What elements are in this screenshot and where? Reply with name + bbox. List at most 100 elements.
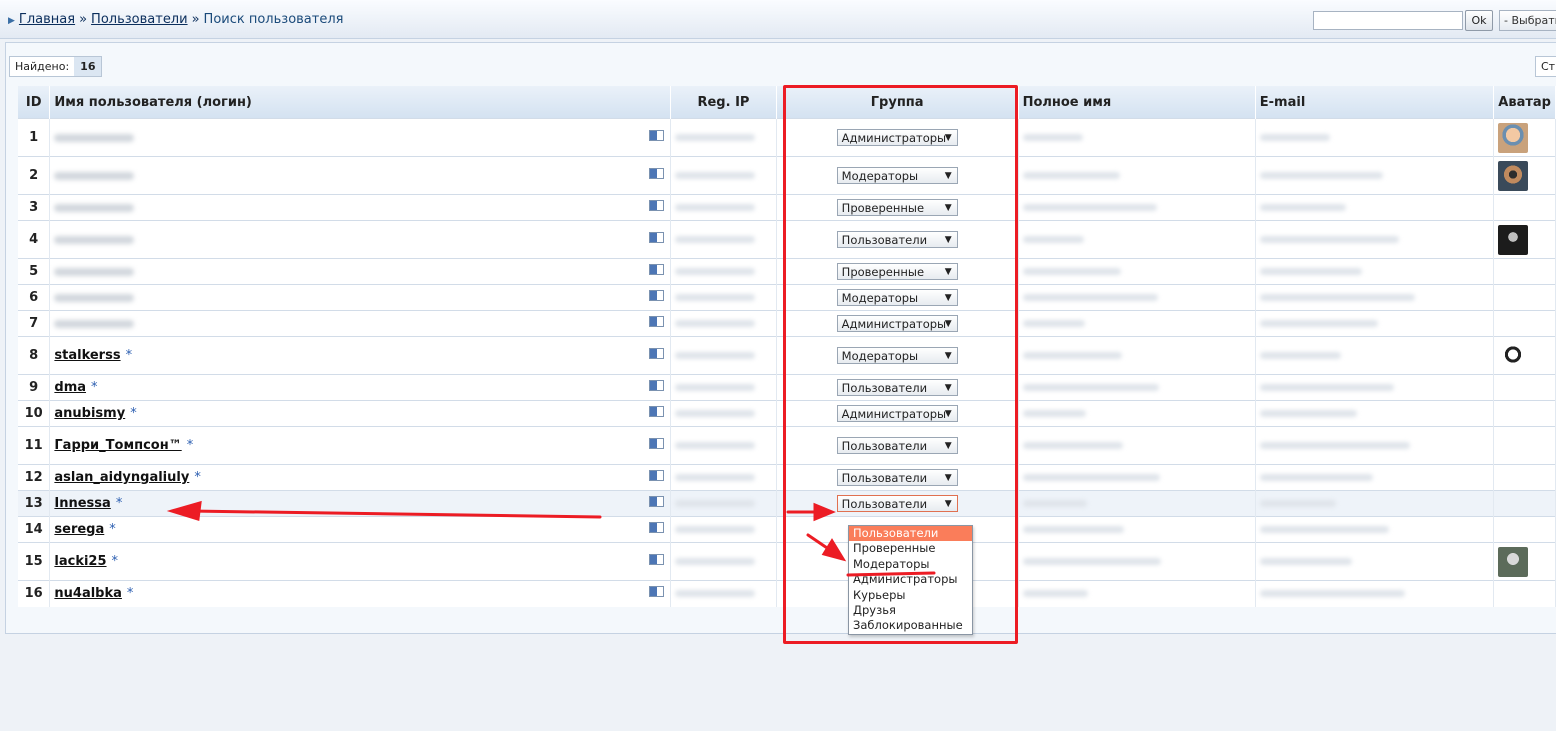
group-dropdown-list[interactable]: Пользователи Проверенные Модераторы Админис… [848, 525, 973, 635]
group-select[interactable]: Проверенные ▼ [836, 199, 958, 216]
group-select[interactable]: Пользователи ▼ [836, 231, 958, 248]
user-star: * [126, 586, 134, 602]
avatar-cell [1493, 118, 1556, 157]
fullname-cell [1018, 464, 1256, 491]
dropdown-option[interactable]: Администраторы [849, 572, 972, 587]
group-cell: Модераторы ▼ [776, 336, 1019, 375]
profile-icon[interactable] [649, 130, 666, 145]
profile-icon[interactable] [649, 348, 666, 363]
user-avatar[interactable] [1498, 160, 1529, 191]
user-avatar[interactable] [1498, 546, 1529, 577]
login-cell [49, 220, 672, 259]
col-group[interactable]: Группа [776, 86, 1019, 119]
user-id: 10 [18, 400, 51, 427]
user-login-link[interactable]: aslan_aidyngaliuly [54, 470, 189, 485]
group-select[interactable]: Пользователи ▼ [836, 437, 958, 454]
avatar-cell [1493, 336, 1556, 375]
dropdown-option[interactable]: Заблокированные [849, 618, 972, 633]
user-login-blurred [54, 293, 135, 302]
dropdown-option[interactable]: Курьеры [849, 588, 972, 603]
reg-ip-blurred [675, 268, 756, 275]
group-select[interactable]: Модераторы ▼ [836, 167, 958, 184]
fullname-blurred [1022, 384, 1159, 391]
profile-icon[interactable] [649, 168, 666, 183]
avatar-cell [1493, 220, 1556, 259]
breadcrumb-home[interactable]: Главная [19, 12, 75, 27]
group-select[interactable]: Пользователи ▼ [836, 469, 958, 486]
login-cell [49, 258, 672, 285]
user-avatar[interactable] [1498, 122, 1529, 153]
avatar-cell [1493, 464, 1556, 491]
user-id: 4 [18, 220, 51, 259]
user-avatar[interactable] [1498, 340, 1529, 371]
reg-ip-cell [670, 490, 777, 517]
reg-ip-blurred [675, 384, 756, 391]
profile-icon[interactable] [649, 200, 666, 215]
profile-icon[interactable] [649, 496, 666, 511]
group-select[interactable]: Пользователи ▼ [836, 495, 958, 512]
group-select[interactable]: Проверенные ▼ [836, 263, 958, 280]
user-login-link[interactable]: Innessa [54, 496, 110, 511]
user-login-link[interactable]: serega [54, 522, 104, 537]
chevron-down-icon: ▼ [944, 499, 952, 509]
user-login-link[interactable]: nu4albka [54, 586, 122, 601]
breadcrumb-current: Поиск пользователя [203, 12, 344, 27]
profile-icon[interactable] [649, 232, 666, 247]
user-avatar[interactable] [1498, 224, 1529, 255]
user-star: * [111, 554, 119, 569]
col-avatar[interactable]: Аватар [1493, 86, 1556, 119]
breadcrumb-users[interactable]: Пользователи [91, 12, 188, 27]
profile-icon[interactable] [649, 554, 666, 569]
user-login-link[interactable]: lacki25 [54, 554, 106, 569]
col-login[interactable]: Имя пользователя (логин) [49, 86, 672, 119]
avatar-cell [1493, 400, 1556, 427]
group-select[interactable]: Модераторы ▼ [836, 347, 958, 364]
profile-icon[interactable] [649, 380, 666, 395]
email-cell [1255, 426, 1495, 465]
breadcrumb-separator: » [79, 12, 88, 27]
group-select[interactable]: Пользователи ▼ [836, 379, 958, 396]
fullname-blurred [1022, 172, 1120, 179]
group-select[interactable]: Администраторы ▼ [836, 129, 958, 146]
email-blurred [1259, 526, 1389, 533]
user-login-link[interactable]: Гарри_Томпсон™ [54, 438, 181, 453]
profile-icon[interactable] [649, 316, 666, 331]
profile-icon[interactable] [649, 406, 666, 421]
dropdown-option[interactable]: Проверенные [849, 541, 972, 556]
dropdown-option[interactable]: Друзья [849, 603, 972, 618]
col-ip[interactable]: Reg. IP [670, 86, 777, 119]
chevron-down-icon: ▼ [944, 133, 952, 143]
col-email[interactable]: E-mail [1255, 86, 1495, 119]
ok-button[interactable]: Ok [1465, 10, 1493, 31]
email-blurred [1259, 442, 1410, 449]
group-cell: Администраторы ▼ [776, 400, 1019, 427]
user-login-link[interactable]: dma [54, 380, 86, 395]
dropdown-option[interactable]: Модераторы [849, 557, 972, 572]
profile-icon[interactable] [649, 586, 666, 601]
profile-icon[interactable] [649, 264, 666, 279]
profile-icon[interactable] [649, 290, 666, 305]
chevron-down-icon: ▼ [944, 293, 952, 303]
email-cell [1255, 400, 1495, 427]
email-blurred [1259, 590, 1405, 598]
user-login-link[interactable]: anubismy [54, 406, 125, 421]
dropdown-option[interactable]: Пользователи [849, 526, 972, 542]
search-input[interactable] [1313, 11, 1463, 30]
user-id: 2 [18, 156, 51, 195]
profile-icon[interactable] [649, 470, 666, 485]
pages-button[interactable]: Стр [1535, 56, 1556, 77]
reg-ip-blurred [675, 558, 756, 565]
group-select[interactable]: Администраторы ▼ [836, 405, 958, 422]
email-blurred [1259, 410, 1357, 417]
user-login-link[interactable]: stalkerss [54, 348, 120, 363]
reg-ip-cell [670, 194, 777, 221]
profile-icon[interactable] [649, 438, 666, 453]
col-id[interactable]: ID [18, 86, 51, 119]
select-action-dropdown[interactable]: - Выбрать - [1499, 10, 1556, 31]
reg-ip-blurred [675, 352, 756, 359]
profile-icon[interactable] [649, 522, 666, 537]
table-row: 7 Администраторы ▼ [18, 310, 1556, 337]
group-select[interactable]: Администраторы ▼ [836, 315, 958, 332]
group-select[interactable]: Модераторы ▼ [836, 289, 958, 306]
col-fullname[interactable]: Полное имя [1018, 86, 1256, 119]
